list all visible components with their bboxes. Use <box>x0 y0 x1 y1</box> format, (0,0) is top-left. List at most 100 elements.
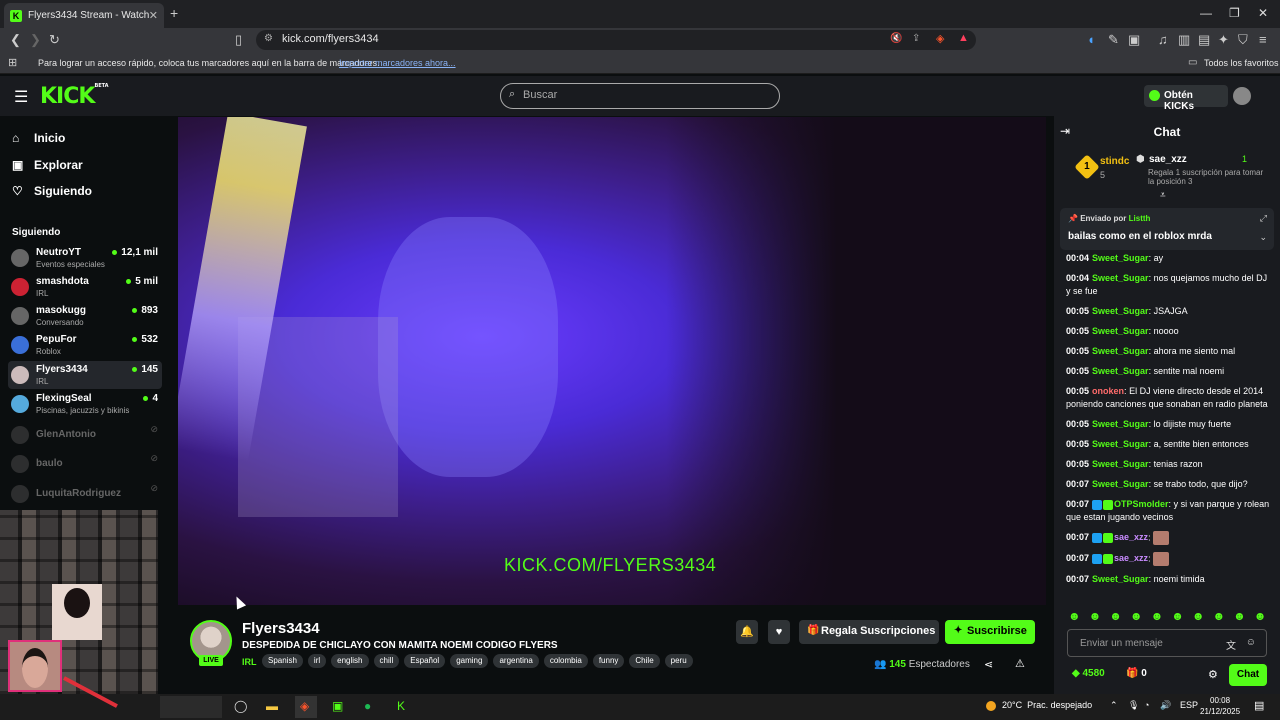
follow-heart-button[interactable]: ♥ <box>768 620 790 644</box>
volume-icon[interactable]: 🔊 <box>1160 700 1171 711</box>
hamburger-menu-icon[interactable]: ☰ <box>14 87 28 107</box>
following-item-baulo[interactable]: baulo ⊘ <box>8 450 162 478</box>
minimize-icon[interactable]: — <box>1200 6 1212 20</box>
chevron-down-icon[interactable]: ⌄ <box>1259 232 1267 243</box>
user-avatar[interactable] <box>1233 87 1251 105</box>
translate-icon[interactable]: 文 <box>1226 637 1236 652</box>
report-icon[interactable]: ⚠ <box>1015 657 1025 670</box>
tag[interactable]: colombia <box>543 654 588 668</box>
message-username[interactable]: sae_xzz <box>1114 532 1148 542</box>
chat-settings-icon[interactable]: ⚙ <box>1208 668 1218 681</box>
emote-icon[interactable]: ☻ <box>1068 609 1081 623</box>
send-chat-button[interactable]: Chat <box>1229 664 1267 686</box>
following-item-pepufor[interactable]: PepuFor Roblox 532 <box>8 331 162 359</box>
address-bar[interactable]: ⚙ kick.com/flyers3434 🔇 ⇪ ◈ ▲ <box>256 30 976 50</box>
media-icon[interactable]: ♫ <box>1158 32 1168 47</box>
following-item-masokugg[interactable]: masokugg Conversando 893 <box>8 302 162 330</box>
task-view-icon[interactable]: ◯ <box>234 699 247 713</box>
emote-icon[interactable]: ☻ <box>1171 609 1184 623</box>
brave-browser-icon[interactable]: ◈ <box>300 699 309 713</box>
video-player[interactable]: KICK.COM/FLYERS3434 <box>178 117 1046 605</box>
notifications-bell-button[interactable]: 🔔 <box>736 620 758 644</box>
expand-leaderboard-icon[interactable]: ⩡ <box>1160 190 1166 201</box>
site-info-icon[interactable]: ⚙ <box>264 33 273 44</box>
kick-app-icon[interactable]: ▣ <box>332 699 343 713</box>
leo-ai-icon[interactable]: ✦ <box>1218 32 1229 48</box>
message-username[interactable]: Sweet_Sugar <box>1092 459 1149 469</box>
following-item-luquitarodriguez[interactable]: LuquitaRodriguez ⊘ <box>8 480 162 508</box>
message-username[interactable]: OTPSmolder <box>1114 499 1169 509</box>
emote-icon[interactable]: ☻ <box>1212 609 1225 623</box>
message-username[interactable]: Sweet_Sugar <box>1092 346 1149 356</box>
file-explorer-icon[interactable]: ▬ <box>266 699 278 713</box>
stream-category[interactable]: IRL <box>242 657 257 667</box>
tag[interactable]: Spanish <box>262 654 303 668</box>
share-icon[interactable]: ⇪ <box>912 33 920 44</box>
network-icon[interactable]: ◔ <box>1144 700 1149 710</box>
brave-shield-icon[interactable]: ◈ <box>936 32 944 45</box>
kick-logo[interactable]: KICKBETA <box>40 83 109 109</box>
forward-icon[interactable]: ❯ <box>30 32 41 48</box>
message-username[interactable]: Sweet_Sugar <box>1092 419 1149 429</box>
get-kicks-button[interactable]: Obtén KICKs <box>1144 85 1228 112</box>
notifications-icon[interactable]: ▤ <box>1254 699 1264 712</box>
kicks-balance[interactable]: ◆ 4580 <box>1072 668 1105 679</box>
sidebar-icon[interactable]: ▥ <box>1178 32 1190 48</box>
message-username[interactable]: Sweet_Sugar <box>1092 439 1149 449</box>
streamer-name[interactable]: Flyers3434 <box>242 620 320 637</box>
subscribe-button[interactable]: ✦ Suscribirse <box>945 620 1035 644</box>
following-item-neutroyt[interactable]: NeutroYT Eventos especiales 12,1 mil <box>8 244 162 272</box>
emote-icon[interactable]: ☻ <box>1109 609 1122 623</box>
tag[interactable]: english <box>331 654 369 668</box>
message-username[interactable]: Sweet_Sugar <box>1092 574 1149 584</box>
leader-second-user[interactable]: sae_xzz <box>1149 154 1187 165</box>
tag[interactable]: gaming <box>450 654 489 668</box>
restore-icon[interactable]: ❐ <box>1229 6 1240 20</box>
screenshot-icon[interactable]: ▣ <box>1128 32 1140 48</box>
nav-home[interactable]: ⌂ Inicio <box>12 131 65 145</box>
following-item-flexingseal[interactable]: FlexingSeal Piscinas, jacuzzis y bikinis… <box>8 390 162 418</box>
microphone-icon[interactable]: 🎙 <box>1128 700 1139 711</box>
taskbar-search[interactable] <box>160 696 222 718</box>
tray-chevron-icon[interactable]: ⌃ <box>1110 700 1118 711</box>
gift-subs-button[interactable]: 🎁 Regala Suscripciones <box>799 620 939 644</box>
nav-following[interactable]: ♡ Siguiendo <box>12 184 92 198</box>
emote-icon[interactable]: ☻ <box>1089 609 1102 623</box>
message-username[interactable]: sae_xzz <box>1114 553 1148 563</box>
close-window-icon[interactable]: ✕ <box>1258 6 1268 20</box>
unpin-icon[interactable]: ⤢ <box>1260 213 1267 224</box>
tab-close-icon[interactable]: ✕ <box>149 9 158 22</box>
emote-icon[interactable]: ☻ <box>1233 609 1246 623</box>
menu-icon[interactable]: ≡ <box>1259 32 1267 47</box>
wallet-icon[interactable]: ▤ <box>1198 32 1210 48</box>
emote-icon[interactable]: ☻ <box>1151 609 1164 623</box>
brave-rewards-icon[interactable]: ▲ <box>958 32 969 44</box>
emote-icon[interactable]: ☻ <box>1254 609 1267 623</box>
spotify-icon[interactable]: ● <box>364 699 371 713</box>
kick-icon[interactable]: K <box>397 699 405 713</box>
message-username[interactable]: Sweet_Sugar <box>1092 273 1149 283</box>
following-item-glenantonio[interactable]: GlenAntonio ⊘ <box>8 421 162 449</box>
tag[interactable]: argentina <box>493 654 539 668</box>
following-item-smashdota[interactable]: smashdota IRL 5 mil <box>8 273 162 301</box>
weather-widget[interactable]: 20°C Prac. despejado <box>986 700 1092 711</box>
pinned-message[interactable]: 📌 Enviado por Listth bailas como en el r… <box>1060 208 1274 250</box>
system-clock[interactable]: 00:08 21/12/2025 <box>1200 695 1240 717</box>
audio-icon[interactable]: ◖ <box>1087 32 1095 47</box>
new-tab-button[interactable]: + <box>170 5 178 21</box>
message-username[interactable]: onoken <box>1092 386 1124 396</box>
import-bookmarks-link[interactable]: Importar marcadores ahora... <box>339 58 456 68</box>
message-username[interactable]: Sweet_Sugar <box>1092 479 1149 489</box>
language-indicator[interactable]: ESP <box>1180 700 1198 710</box>
nav-explore[interactable]: ▣ Explorar <box>12 158 83 172</box>
apps-grid-icon[interactable]: ⊞ <box>8 56 17 69</box>
tag[interactable]: Español <box>404 654 446 668</box>
tag[interactable]: irl <box>307 654 327 668</box>
leader-first-user[interactable]: stindc <box>1100 156 1129 167</box>
reload-icon[interactable]: ↻ <box>49 32 60 48</box>
message-username[interactable]: Sweet_Sugar <box>1092 306 1149 316</box>
tag[interactable]: funny <box>592 654 625 668</box>
gift-balance[interactable]: 🎁 0 <box>1126 668 1147 679</box>
message-username[interactable]: Sweet_Sugar <box>1092 253 1149 263</box>
back-icon[interactable]: ❮ <box>10 32 21 48</box>
